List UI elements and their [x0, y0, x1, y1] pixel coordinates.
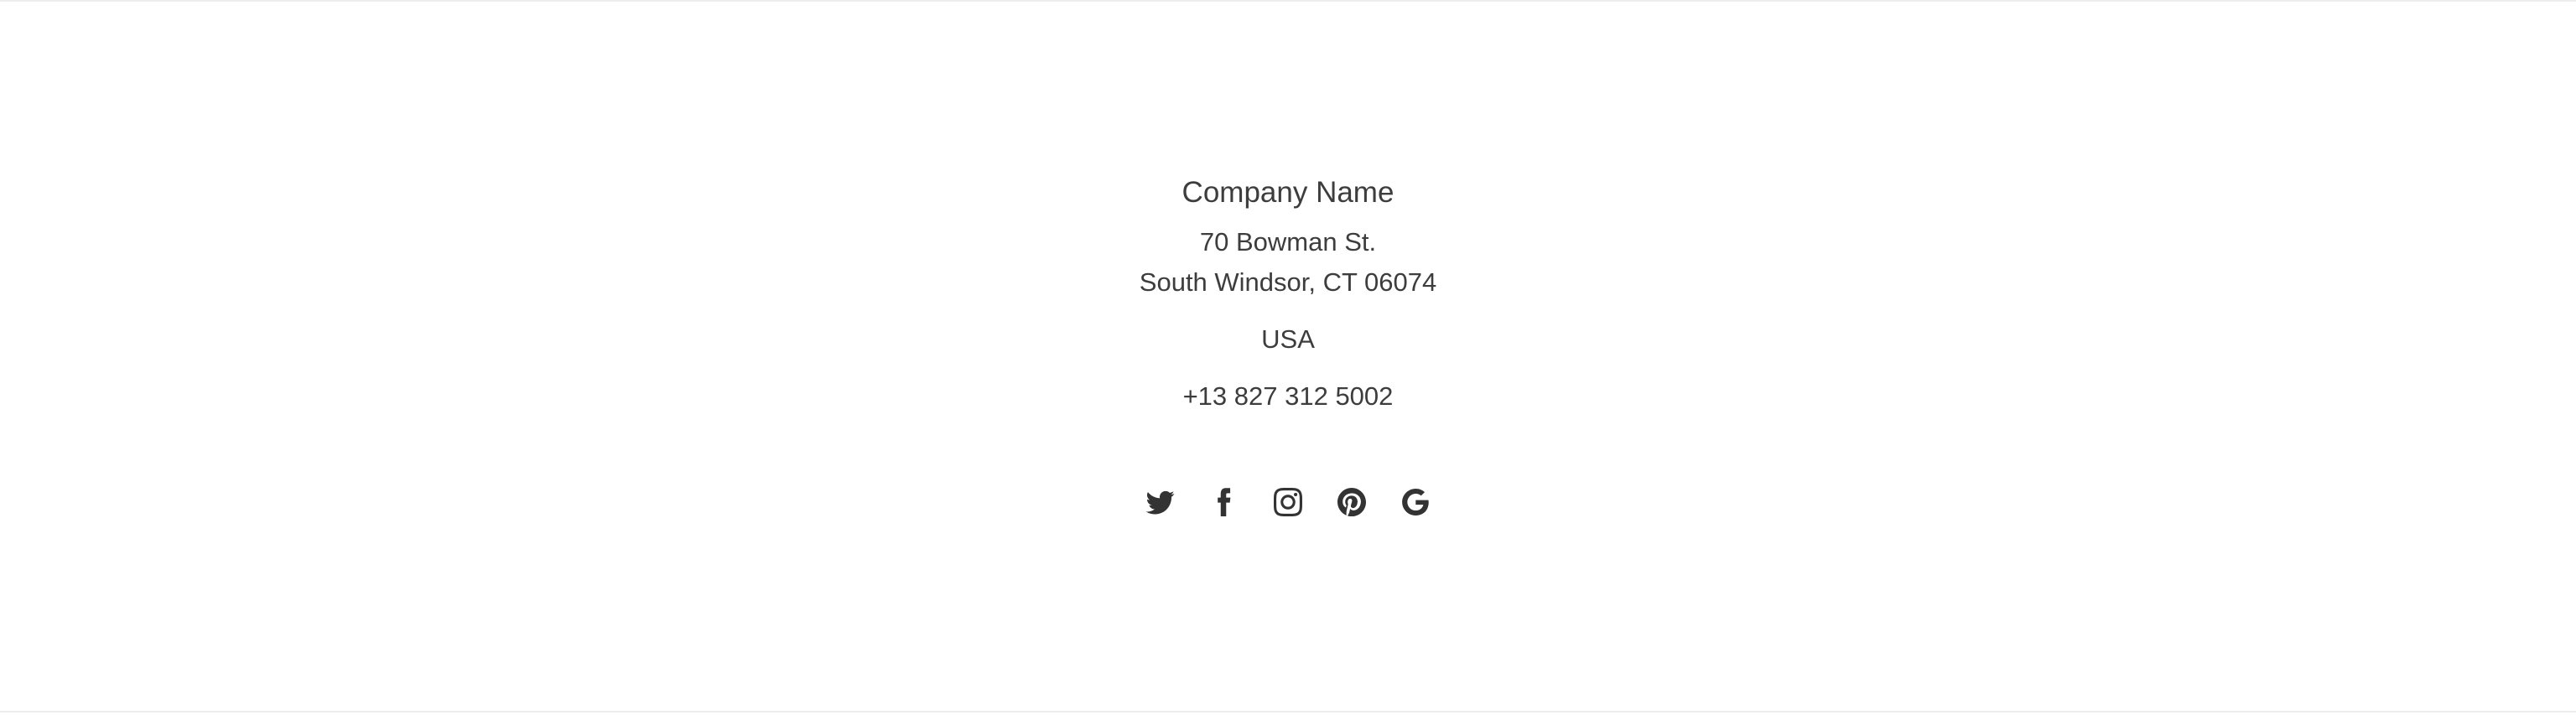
facebook-icon [1218, 488, 1231, 516]
social-links [0, 486, 2576, 518]
country: USA [1261, 324, 1315, 354]
address: 70 Bowman St. South Windsor, CT 06074 [0, 222, 2576, 303]
google-icon [1402, 488, 1429, 516]
twitter-link[interactable] [1145, 486, 1176, 518]
address-line-1: 70 Bowman St. [1199, 227, 1377, 256]
pinterest-link[interactable] [1336, 486, 1368, 518]
phone-number[interactable]: +13 827 312 5002 [0, 376, 2576, 417]
top-divider [0, 0, 2576, 2]
address-line-2: South Windsor, CT 06074 [1139, 267, 1437, 297]
company-info: Company Name 70 Bowman St. South Windsor… [0, 172, 2576, 417]
bottom-divider [0, 711, 2576, 712]
twitter-icon [1146, 490, 1175, 515]
instagram-icon [1274, 488, 1302, 516]
instagram-link[interactable] [1272, 486, 1304, 518]
google-link[interactable] [1400, 486, 1431, 518]
company-name: Company Name [1182, 176, 1394, 209]
facebook-link[interactable] [1208, 486, 1240, 518]
pinterest-icon [1337, 488, 1366, 516]
